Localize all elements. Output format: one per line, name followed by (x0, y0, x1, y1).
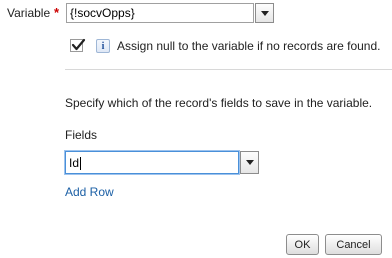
ok-button[interactable]: OK (286, 234, 319, 255)
chevron-down-icon (260, 10, 269, 16)
fields-instruction: Specify which of the record's fields to … (65, 96, 373, 110)
field-input[interactable]: Id (65, 151, 239, 174)
required-marker: * (54, 5, 60, 20)
assign-null-checkbox[interactable] (70, 38, 86, 52)
text-caret (80, 157, 82, 171)
add-row-link[interactable]: Add Row (65, 185, 114, 199)
cancel-button[interactable]: Cancel (325, 234, 382, 255)
section-divider (65, 69, 392, 70)
variable-input[interactable]: {!socvOpps} (66, 3, 254, 23)
field-dropdown-button[interactable] (240, 151, 259, 174)
info-icon[interactable]: i (96, 39, 110, 53)
assign-null-label: Assign null to the variable if no record… (117, 39, 381, 53)
checkmark-icon (71, 38, 86, 51)
fields-header: Fields (65, 128, 98, 142)
variable-label: Variable (7, 6, 51, 20)
field-input-value: Id (69, 156, 80, 170)
variable-dropdown-button[interactable] (255, 3, 274, 23)
chevron-down-icon (245, 160, 254, 165)
